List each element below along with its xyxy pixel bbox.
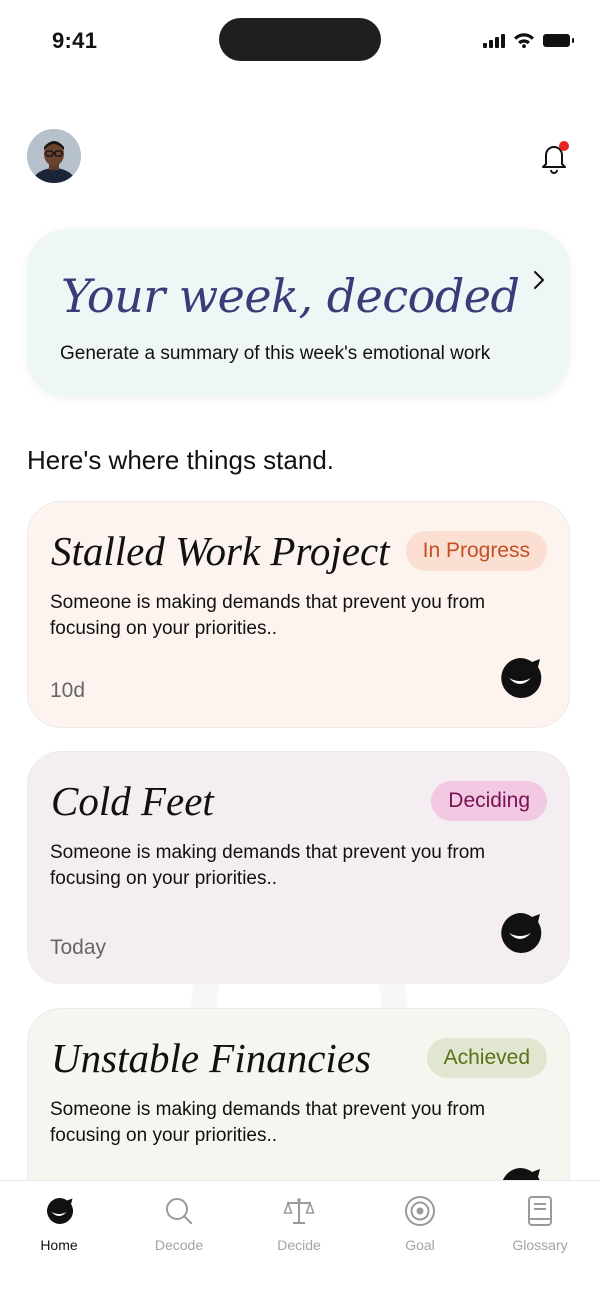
tab-glossary[interactable]: Glossary [490,1195,590,1265]
cellular-signal-icon [483,32,505,48]
card-time: Today [50,936,107,959]
notification-dot [559,141,569,151]
status-badge: In Progress [405,531,547,571]
target-icon [405,1196,435,1226]
tab-label: Home [40,1237,78,1253]
status-badge: Deciding [431,781,547,821]
tab-label: Glossary [512,1237,568,1253]
book-icon [528,1196,552,1226]
tab-label: Decide [277,1237,321,1253]
tab-decode[interactable]: Decode [129,1195,229,1265]
tab-label: Goal [405,1237,435,1253]
dynamic-island [219,18,381,61]
card-description: Someone is making demands that prevent y… [50,1099,486,1146]
tab-decide[interactable]: Decide [249,1195,349,1265]
tab-goal[interactable]: Goal [370,1195,470,1265]
status-badge: Achieved [426,1038,547,1078]
chevron-right-icon [534,271,544,289]
card-description: Someone is making demands that prevent y… [50,842,486,889]
card-title: Cold Feet [51,778,214,824]
battery-icon [543,33,574,47]
summary-subtitle: Generate a summary of this week's emotio… [60,343,491,364]
situation-card[interactable]: Cold Feet Deciding Someone is making dem… [27,751,570,984]
mascot-icon [47,1197,74,1224]
scale-icon [283,1198,315,1224]
card-description: Someone is making demands that prevent y… [50,592,486,639]
search-icon [166,1198,192,1224]
card-title: Unstable Financies [51,1035,371,1081]
section-heading: Here's where things stand. [27,445,335,475]
weekly-summary-card[interactable]: Your week, decoded Generate a summary of… [27,229,570,397]
status-time: 9:41 [52,28,98,53]
tab-label: Decode [154,1237,204,1253]
bell-icon[interactable] [538,140,572,174]
mascot-icon [501,913,542,953]
card-title: Stalled Work Project [51,528,390,574]
summary-title: Your week, decoded [61,269,520,323]
avatar[interactable] [27,129,81,183]
status-bar: 9:41 [0,0,600,80]
wifi-icon [514,33,534,48]
tab-bar: Home Decode Decide Goal Glossary [0,1180,600,1303]
card-time: 10d [50,679,86,702]
situation-card[interactable]: Stalled Work Project In Progress Someone… [27,501,570,728]
profile-photo-icon [27,129,81,183]
tab-home[interactable]: Home [9,1195,109,1265]
status-icons [483,32,574,48]
mascot-icon [501,658,542,698]
